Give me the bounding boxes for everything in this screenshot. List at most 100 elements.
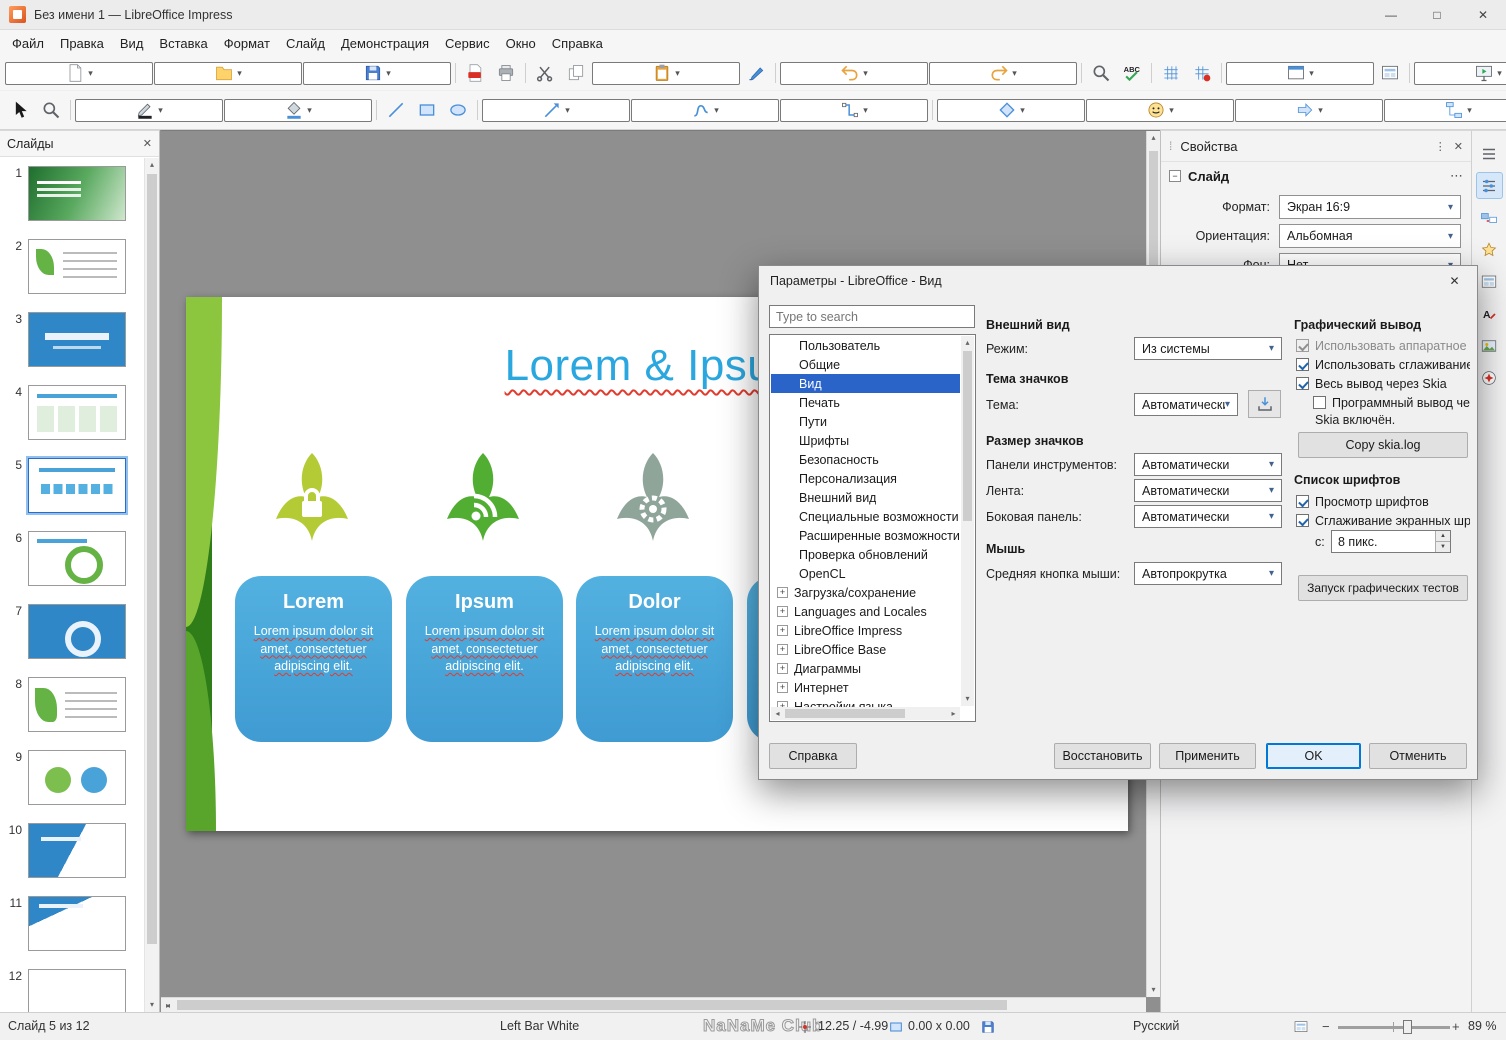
slide-thumbnail[interactable]: 9 — [0, 750, 144, 805]
print-button[interactable] — [491, 59, 521, 87]
options-tree-item[interactable]: Общие — [771, 355, 960, 374]
animation-tab[interactable] — [1476, 236, 1503, 263]
icon-size-dropdown[interactable]: Автоматически — [1134, 505, 1282, 528]
options-tree-item[interactable]: + LibreOffice Impress — [771, 621, 960, 640]
leaf-lock-icon[interactable] — [257, 449, 367, 549]
options-tree-item[interactable]: Безопасность — [771, 450, 960, 469]
options-tree-item[interactable]: Пользователь — [771, 336, 960, 355]
slide-thumbnail[interactable]: 4 — [0, 385, 144, 440]
zoom-out-button[interactable]: − — [1322, 1013, 1330, 1040]
slide-thumbnail[interactable]: 6 — [0, 531, 144, 586]
copy-button[interactable] — [561, 59, 591, 87]
gallery-tab[interactable] — [1476, 332, 1503, 359]
undo-button[interactable] — [780, 61, 928, 85]
line-color-button[interactable] — [75, 98, 223, 122]
apply-button[interactable]: Применить — [1159, 743, 1256, 769]
options-tree-item[interactable]: + Диаграммы — [771, 659, 960, 678]
curves-and-polygons-button[interactable] — [631, 98, 779, 122]
slide-thumbnail[interactable]: 2 — [0, 239, 144, 294]
scroll-up-icon[interactable]: ▴ — [145, 158, 159, 172]
zoom-in-button[interactable]: + — [1452, 1013, 1460, 1040]
options-tree-item[interactable]: Внешний вид — [771, 488, 960, 507]
start-from-first-slide-button[interactable] — [1414, 61, 1506, 85]
content-card[interactable]: Ipsum Lorem ipsum dolor sit amet, consec… — [406, 576, 563, 742]
flowchart-button[interactable] — [1384, 98, 1506, 122]
ok-button[interactable]: OK — [1266, 743, 1361, 769]
menu-item[interactable]: Формат — [216, 32, 278, 55]
spin-up-icon[interactable]: ▲ — [1436, 531, 1450, 542]
checkbox-box[interactable] — [1296, 514, 1309, 527]
tree-horizontal-scrollbar[interactable]: ◂ ▸ — [771, 707, 960, 720]
clone-formatting-button[interactable] — [741, 59, 771, 87]
checkbox[interactable]: Использовать аппаратное ускорение — [1296, 336, 1470, 355]
slides-scrollbar[interactable]: ▴ ▾ — [144, 158, 159, 1012]
zoom-button[interactable] — [36, 96, 66, 124]
options-tree-item[interactable]: Проверка обновлений — [771, 545, 960, 564]
options-tree-item[interactable]: + Languages and Locales — [771, 602, 960, 621]
close-icon[interactable]: ✕ — [143, 137, 152, 150]
titlebar[interactable]: Без имени 1 — LibreOffice Impress — □ ✕ — [0, 0, 1506, 30]
checkbox-box[interactable] — [1296, 358, 1309, 371]
sidebar-settings-icon[interactable] — [1476, 140, 1503, 167]
display-grid-button[interactable] — [1156, 59, 1186, 87]
checkbox-box[interactable] — [1296, 377, 1309, 390]
slide-thumbnail[interactable]: 12 — [0, 969, 144, 1012]
scroll-right-icon[interactable]: ▸ — [161, 998, 175, 1012]
slide-transition-tab[interactable] — [1476, 204, 1503, 231]
run-graphics-tests-button[interactable]: Запуск графических тестов — [1298, 575, 1468, 601]
menu-item[interactable]: Правка — [52, 32, 112, 55]
options-search-input[interactable] — [769, 305, 975, 328]
checkbox[interactable]: Сглаживание экранных шрифтов — [1296, 511, 1470, 530]
slide-thumbnail[interactable]: 11 — [0, 896, 144, 951]
display-views-button[interactable] — [1226, 61, 1374, 85]
options-tree-item[interactable]: + LibreOffice Base — [771, 640, 960, 659]
styles-tab[interactable] — [1476, 300, 1503, 327]
options-tree-item[interactable]: Вид — [771, 374, 960, 393]
minimize-button[interactable]: — — [1368, 0, 1414, 29]
menu-item[interactable]: Файл — [4, 32, 52, 55]
checkbox[interactable]: Программный вывод через Skia — [1296, 393, 1470, 412]
open-button[interactable] — [154, 61, 302, 85]
menu-item[interactable]: Вид — [112, 32, 152, 55]
options-tree-item[interactable]: Специальные возможности — [771, 507, 960, 526]
help-button[interactable]: Справка — [769, 743, 857, 769]
insert-line-button[interactable] — [381, 96, 411, 124]
slide-thumbnail[interactable]: 10 — [0, 823, 144, 878]
menu-item[interactable]: Слайд — [278, 32, 333, 55]
master-slide-button[interactable] — [1375, 59, 1405, 87]
lines-and-arrows-button[interactable] — [482, 98, 630, 122]
options-tree-item[interactable]: Пути — [771, 412, 960, 431]
more-options-icon[interactable]: ⋯ — [1450, 168, 1463, 184]
menu-item[interactable]: Сервис — [437, 32, 498, 55]
expander-icon[interactable]: + — [777, 682, 788, 693]
menu-item[interactable]: Вставка — [151, 32, 215, 55]
paste-button[interactable] — [592, 61, 740, 85]
language-status[interactable]: Русский — [1133, 1013, 1179, 1040]
collapse-icon[interactable]: − — [1169, 170, 1181, 182]
menu-item[interactable]: Окно — [498, 32, 544, 55]
block-arrows-button[interactable] — [1235, 98, 1383, 122]
cancel-button[interactable]: Отменить — [1369, 743, 1467, 769]
new-document-button[interactable] — [5, 61, 153, 85]
close-button[interactable]: ✕ — [1460, 0, 1506, 29]
from-size-spinner[interactable]: 8 пикс. ▲ ▼ — [1331, 530, 1451, 553]
leaf-rss-icon[interactable] — [428, 449, 538, 549]
property-dropdown[interactable]: Экран 16:9 — [1279, 195, 1461, 219]
select-button[interactable] — [5, 96, 35, 124]
options-tree-item[interactable]: Расширенные возможности — [771, 526, 960, 545]
leaf-gear-icon[interactable] — [598, 449, 708, 549]
dialog-close-icon[interactable]: ✕ — [1432, 266, 1477, 296]
icon-size-dropdown[interactable]: Автоматически — [1134, 453, 1282, 476]
find-replace-button[interactable] — [1086, 59, 1116, 87]
cut-button[interactable] — [530, 59, 560, 87]
scroll-up-icon[interactable]: ▴ — [1147, 131, 1160, 145]
maximize-button[interactable]: □ — [1414, 0, 1460, 29]
icon-theme-extensions-button[interactable] — [1248, 390, 1281, 418]
icon-size-dropdown[interactable]: Автоматически — [1134, 479, 1282, 502]
copy-skia-log-button[interactable]: Copy skia.log — [1298, 432, 1468, 458]
scroll-down-icon[interactable]: ▾ — [1147, 983, 1160, 997]
options-tree-item[interactable]: Печать — [771, 393, 960, 412]
canvas-horizontal-scrollbar[interactable]: ◂ ▸ — [161, 997, 1146, 1012]
appearance-mode-dropdown[interactable]: Из системы — [1134, 337, 1282, 360]
zoom-slider[interactable] — [1338, 1026, 1450, 1029]
